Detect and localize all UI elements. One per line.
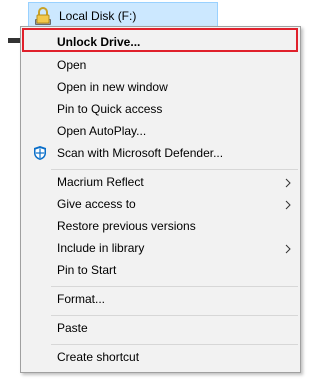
menu-separator xyxy=(51,315,298,316)
menu-separator xyxy=(51,344,298,345)
menu-separator xyxy=(51,169,298,170)
menu-item-label: Open xyxy=(57,58,87,72)
menu-item-label: Scan with Microsoft Defender... xyxy=(57,146,224,160)
menu-item-format[interactable]: Format... xyxy=(22,288,299,310)
highlight-annotation-box xyxy=(22,28,298,52)
menu-item-create-shortcut[interactable]: Create shortcut xyxy=(22,346,299,368)
menu-item-label: Format... xyxy=(57,292,106,306)
menu-item-label: Open in new window xyxy=(57,80,168,94)
menu-item-label: Create shortcut xyxy=(57,350,140,364)
menu-item-pin-to-start[interactable]: Pin to Start xyxy=(22,259,299,281)
menu-separator xyxy=(51,286,298,287)
menu-item-give-access-to[interactable]: Give access to xyxy=(22,193,299,215)
menu-item-open-in-new-window[interactable]: Open in new window xyxy=(22,76,299,98)
chevron-right-icon xyxy=(285,243,291,254)
locked-drive-icon xyxy=(32,6,54,28)
menu-item-label: Include in library xyxy=(57,241,145,255)
menu-item-label: Pin to Start xyxy=(57,263,117,277)
menu-item-paste[interactable]: Paste xyxy=(22,317,299,339)
menu-item-include-in-library[interactable]: Include in library xyxy=(22,237,299,259)
chevron-right-icon xyxy=(285,177,291,188)
drive-label: Local Disk (F:) xyxy=(59,9,137,23)
menu-item-label: Open AutoPlay... xyxy=(57,124,147,138)
context-menu: Unlock Drive... Open Open in new window … xyxy=(20,26,301,373)
menu-item-label: Give access to xyxy=(57,197,136,211)
menu-item-restore-previous-versions[interactable]: Restore previous versions xyxy=(22,215,299,237)
menu-item-open[interactable]: Open xyxy=(22,54,299,76)
menu-item-pin-to-quick-access[interactable]: Pin to Quick access xyxy=(22,98,299,120)
windows-defender-shield-icon xyxy=(32,145,48,161)
chevron-right-icon xyxy=(285,199,291,210)
menu-item-label: Macrium Reflect xyxy=(57,175,144,189)
menu-item-label: Restore previous versions xyxy=(57,219,196,233)
menu-item-label: Pin to Quick access xyxy=(57,102,163,116)
menu-item-label: Paste xyxy=(57,321,88,335)
menu-item-open-autoplay[interactable]: Open AutoPlay... xyxy=(22,120,299,142)
menu-item-macrium-reflect[interactable]: Macrium Reflect xyxy=(22,171,299,193)
menu-item-scan-with-defender[interactable]: Scan with Microsoft Defender... xyxy=(22,142,299,164)
